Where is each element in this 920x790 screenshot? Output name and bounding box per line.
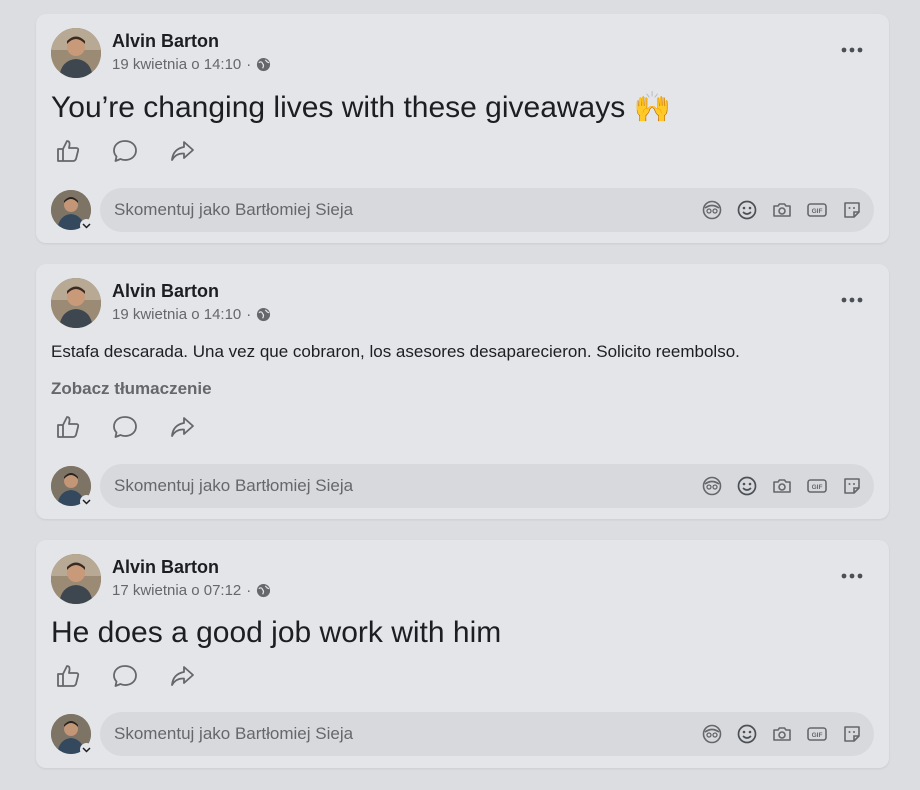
author-avatar-image bbox=[51, 554, 101, 604]
author-avatar[interactable] bbox=[51, 28, 101, 78]
camera-icon[interactable] bbox=[770, 474, 794, 498]
like-icon[interactable] bbox=[53, 136, 83, 166]
comment-tools: GIF bbox=[700, 474, 864, 498]
post-card: Alvin Barton 19 kwietnia o 14:10 · You’r… bbox=[36, 14, 889, 243]
post-actions bbox=[53, 661, 197, 691]
comment-input[interactable]: Skomentuj jako Bartłomiej Sieja GIF bbox=[100, 712, 874, 756]
more-options-icon[interactable] bbox=[834, 32, 870, 68]
comment-icon[interactable] bbox=[110, 412, 140, 442]
emoji-icon[interactable] bbox=[735, 198, 759, 222]
meta-separator: · bbox=[246, 306, 252, 323]
chevron-down-icon[interactable] bbox=[80, 219, 93, 232]
share-icon[interactable] bbox=[167, 661, 197, 691]
avatar-sticker-icon[interactable] bbox=[700, 198, 724, 222]
like-icon[interactable] bbox=[53, 661, 83, 691]
avatar-sticker-icon[interactable] bbox=[700, 722, 724, 746]
comment-icon[interactable] bbox=[110, 661, 140, 691]
emoji-icon[interactable] bbox=[735, 474, 759, 498]
sticker-icon[interactable] bbox=[840, 198, 864, 222]
comment-placeholder: Skomentuj jako Bartłomiej Sieja bbox=[114, 200, 354, 219]
comment-tools: GIF bbox=[700, 722, 864, 746]
author-name[interactable]: Alvin Barton bbox=[112, 31, 219, 52]
post-card: Alvin Barton 19 kwietnia o 14:10 · Estaf… bbox=[36, 264, 889, 519]
post-date[interactable]: 19 kwietnia o 14:10 bbox=[112, 306, 241, 323]
svg-text:GIF: GIF bbox=[812, 732, 823, 739]
post-meta: 19 kwietnia o 14:10 · bbox=[112, 306, 271, 323]
sticker-icon[interactable] bbox=[840, 474, 864, 498]
chevron-down-icon[interactable] bbox=[80, 495, 93, 508]
comment-input[interactable]: Skomentuj jako Bartłomiej Sieja GIF bbox=[100, 188, 874, 232]
author-avatar[interactable] bbox=[51, 554, 101, 604]
share-icon[interactable] bbox=[167, 412, 197, 442]
camera-icon[interactable] bbox=[770, 722, 794, 746]
see-translation-link[interactable]: Zobacz tłumaczenie bbox=[51, 379, 212, 399]
chevron-down-icon[interactable] bbox=[80, 743, 93, 756]
author-name[interactable]: Alvin Barton bbox=[112, 557, 219, 578]
globe-icon bbox=[256, 583, 271, 598]
meta-separator: · bbox=[246, 582, 252, 599]
svg-text:GIF: GIF bbox=[812, 484, 823, 491]
author-name[interactable]: Alvin Barton bbox=[112, 281, 219, 302]
comment-icon[interactable] bbox=[110, 136, 140, 166]
post-meta: 19 kwietnia o 14:10 · bbox=[112, 56, 271, 73]
gif-icon[interactable]: GIF bbox=[805, 474, 829, 498]
camera-icon[interactable] bbox=[770, 198, 794, 222]
globe-icon bbox=[256, 57, 271, 72]
post-actions bbox=[53, 136, 197, 166]
author-avatar-image bbox=[51, 28, 101, 78]
svg-text:GIF: GIF bbox=[812, 208, 823, 215]
post-text: He does a good job work with him bbox=[51, 616, 502, 649]
like-icon[interactable] bbox=[53, 412, 83, 442]
emoji-icon[interactable] bbox=[735, 722, 759, 746]
more-options-icon[interactable] bbox=[834, 282, 870, 318]
sticker-icon[interactable] bbox=[840, 722, 864, 746]
post-actions bbox=[53, 412, 197, 442]
comment-placeholder: Skomentuj jako Bartłomiej Sieja bbox=[114, 724, 354, 743]
more-options-icon[interactable] bbox=[834, 558, 870, 594]
gif-icon[interactable]: GIF bbox=[805, 722, 829, 746]
author-avatar-image bbox=[51, 278, 101, 328]
globe-icon bbox=[256, 307, 271, 322]
comment-placeholder: Skomentuj jako Bartłomiej Sieja bbox=[114, 476, 354, 495]
author-avatar[interactable] bbox=[51, 278, 101, 328]
gif-icon[interactable]: GIF bbox=[805, 198, 829, 222]
avatar-sticker-icon[interactable] bbox=[700, 474, 724, 498]
post-date[interactable]: 17 kwietnia o 07:12 bbox=[112, 582, 241, 599]
post-text: Estafa descarada. Una vez que cobraron, … bbox=[51, 342, 740, 361]
post-date[interactable]: 19 kwietnia o 14:10 bbox=[112, 56, 241, 73]
share-icon[interactable] bbox=[167, 136, 197, 166]
post-card: Alvin Barton 17 kwietnia o 07:12 · He do… bbox=[36, 540, 889, 768]
post-text: You’re changing lives with these giveawa… bbox=[51, 91, 671, 124]
meta-separator: · bbox=[246, 56, 252, 73]
comment-input[interactable]: Skomentuj jako Bartłomiej Sieja GIF bbox=[100, 464, 874, 508]
comment-tools: GIF bbox=[700, 198, 864, 222]
post-meta: 17 kwietnia o 07:12 · bbox=[112, 582, 271, 599]
